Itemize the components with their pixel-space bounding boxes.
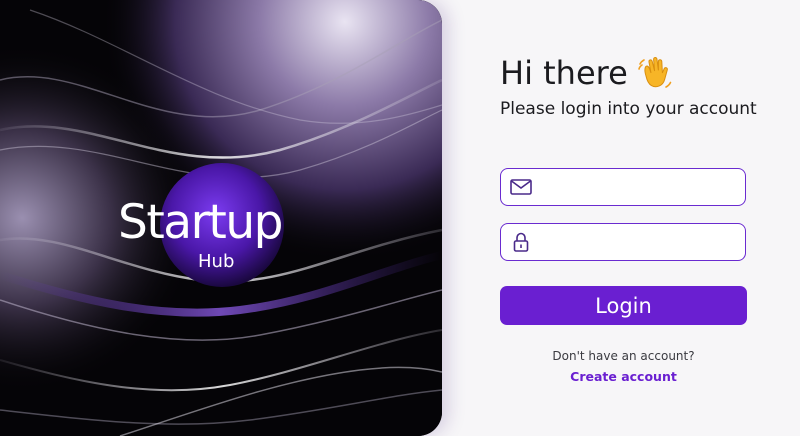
hero-image: Startup Hub [0, 0, 442, 436]
email-input[interactable] [538, 171, 735, 203]
greeting-text: Hi there [500, 54, 628, 92]
lock-icon [510, 231, 532, 253]
login-panel: Hi there Please login into your account [442, 0, 800, 436]
brand-title: Startup [118, 195, 283, 250]
password-input[interactable] [538, 226, 735, 258]
login-subtitle: Please login into your account [500, 99, 757, 119]
brand-subtitle: Hub [198, 251, 235, 272]
password-field[interactable] [500, 223, 746, 261]
email-field[interactable] [500, 168, 746, 206]
greeting-heading: Hi there [500, 54, 674, 92]
signup-prompt: Don't have an account? [552, 349, 695, 363]
brand-logo: Startup Hub [118, 196, 318, 286]
envelope-icon [510, 176, 532, 198]
login-button[interactable]: Login [500, 286, 747, 325]
waving-hand-icon [636, 54, 674, 92]
create-account-link[interactable]: Create account [500, 369, 747, 384]
login-page: Startup Hub Hi there Please login into y… [0, 0, 800, 436]
